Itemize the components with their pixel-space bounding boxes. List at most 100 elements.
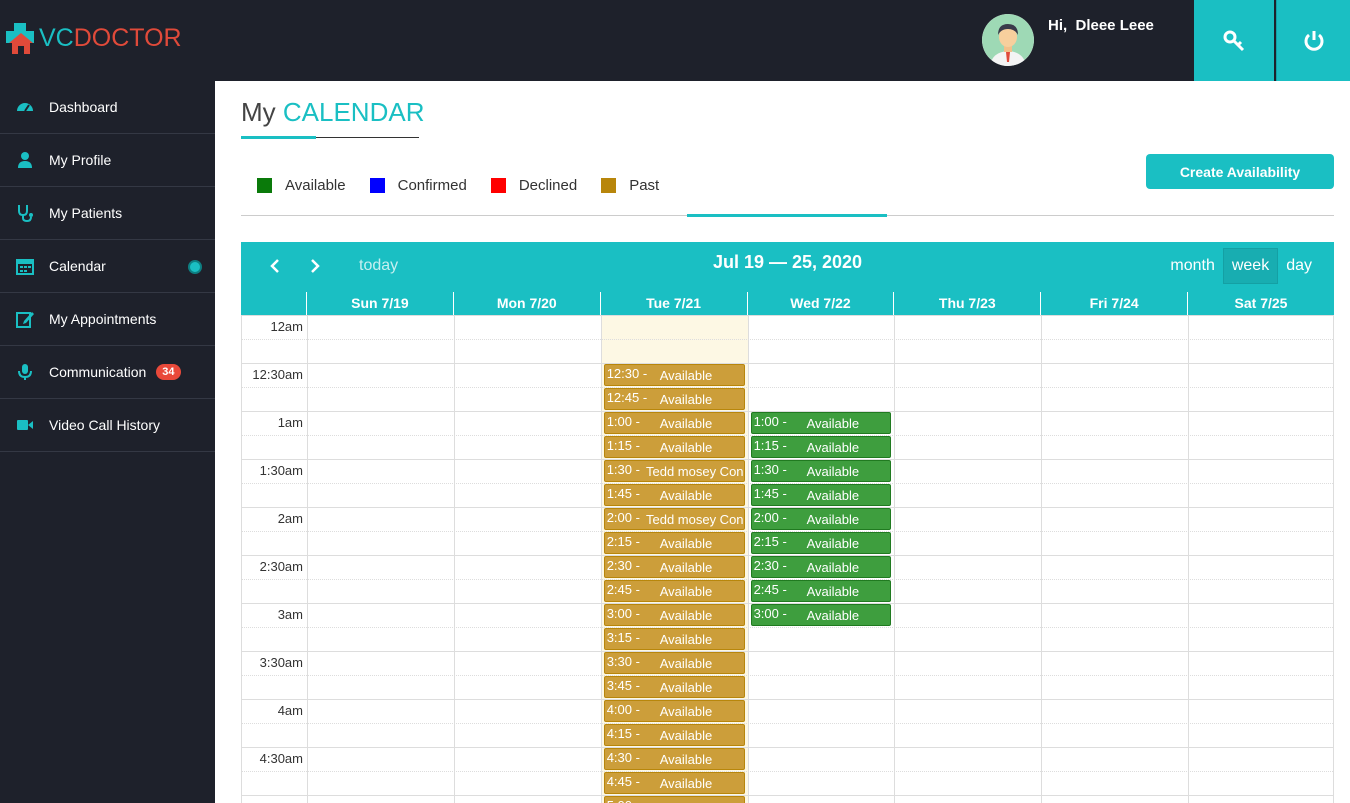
day-column-header[interactable]: Thu 7/23	[893, 292, 1040, 315]
event-title: Available	[806, 536, 860, 551]
calendar-event[interactable]: 4:30 - Available	[603, 748, 745, 770]
time-label: 1am	[277, 415, 303, 430]
calendar-event[interactable]: 3:00 - Available	[750, 604, 892, 626]
calendar-event[interactable]: 3:45 - Available	[603, 676, 745, 698]
sidebar-item-my-patients[interactable]: My Patients	[0, 187, 215, 240]
calendar-event[interactable]: 1:00 - Available	[603, 412, 745, 434]
calendar-event[interactable]: 2:30 - Available	[603, 556, 745, 578]
time-slot-row[interactable]: 4am	[242, 699, 1333, 723]
calendar-event[interactable]: 2:00 - Available	[750, 508, 892, 530]
calendar-event[interactable]: 12:45 - Available	[603, 388, 745, 410]
event-title: Available	[659, 392, 713, 407]
calendar-event[interactable]: 2:30 - Available	[750, 556, 892, 578]
event-title: Available	[806, 608, 860, 623]
day-column-header[interactable]: Tue 7/21	[599, 292, 747, 315]
avatar[interactable]	[982, 14, 1034, 66]
create-availability-button[interactable]: Create Availability	[1146, 154, 1334, 189]
event-time: 4:15 -	[606, 726, 640, 741]
time-slot-row[interactable]: 12:30am	[242, 363, 1333, 387]
user-avatar-icon	[982, 14, 1034, 66]
logo[interactable]: VCDOCTOR	[4, 20, 182, 56]
view-day-button[interactable]: day	[1278, 248, 1320, 284]
calendar-event[interactable]: 3:00 - Available	[603, 604, 745, 626]
event-time: 5:00 -	[605, 797, 660, 803]
sidebar-item-label: My Profile	[49, 152, 112, 168]
time-slot-row[interactable]	[242, 771, 1333, 795]
calendar-event[interactable]: 2:45 - Available	[603, 580, 745, 602]
calendar-event[interactable]: 1:45 - Available	[603, 484, 745, 506]
calendar-event[interactable]: 1:15 - Available	[603, 436, 745, 458]
event-time: 1:15 -	[753, 438, 787, 453]
calendar-event[interactable]: 3:15 - Available	[603, 628, 745, 650]
sidebar-item-communication[interactable]: Communication 34	[0, 346, 215, 399]
event-time: 1:30 -	[606, 462, 640, 477]
calendar-event[interactable]: 4:15 - Available	[603, 724, 745, 746]
sidebar-item-label: My Appointments	[49, 311, 157, 327]
event-title: Available	[659, 536, 713, 551]
page-title-my: My	[241, 97, 283, 127]
event-time: 1:30 -	[753, 462, 787, 477]
change-password-button[interactable]	[1194, 0, 1274, 81]
day-column-divider	[1041, 315, 1043, 803]
house-cross-icon	[4, 21, 38, 55]
view-month-button[interactable]: month	[1162, 248, 1222, 284]
day-column-header[interactable]: Sat 7/25	[1187, 292, 1334, 315]
calendar-event[interactable]: 2:15 - Available	[603, 532, 745, 554]
legend-swatch	[601, 178, 617, 193]
calendar-event[interactable]: 1:45 - Available	[750, 484, 892, 506]
calendar-event[interactable]: 1:30 - Available	[750, 460, 892, 482]
calendar-event[interactable]: 3:30 - Available	[603, 652, 745, 674]
time-slot-row[interactable]: 4:30am	[242, 747, 1333, 771]
title-underline-accent	[241, 136, 316, 139]
calendar-event[interactable]: 1:00 - Available	[750, 412, 892, 434]
event-time: 3:00 -	[753, 606, 787, 621]
page-title-calendar: CALENDAR	[282, 97, 425, 127]
day-column-header[interactable]: Fri 7/24	[1040, 292, 1187, 315]
time-slot-row[interactable]	[242, 387, 1333, 411]
event-time: 3:15 -	[606, 630, 640, 645]
calendar-event[interactable]: 1:30 - Tedd mosey Con	[603, 460, 745, 482]
time-slot-row[interactable]	[242, 675, 1333, 699]
sidebar-item-label: Dashboard	[49, 99, 118, 115]
calendar-event[interactable]: 1:15 - Available	[750, 436, 892, 458]
time-slot-row[interactable]: 3:30am	[242, 651, 1333, 675]
event-title: Available	[659, 416, 713, 431]
calendar-event[interactable]: 4:45 - Available	[603, 772, 745, 794]
time-slot-row[interactable]: 12am	[242, 315, 1333, 339]
calendar-event[interactable]: 5:00 -	[603, 796, 745, 803]
calendar-event[interactable]: 2:00 - Tedd mosey Con	[603, 508, 745, 530]
sidebar-item-label: Calendar	[49, 258, 106, 274]
time-slot-row[interactable]	[242, 627, 1333, 651]
view-week-button[interactable]: week	[1222, 248, 1279, 284]
event-time: 2:30 -	[753, 558, 787, 573]
user-icon	[18, 152, 32, 168]
sidebar-item-my-appointments[interactable]: My Appointments	[0, 293, 215, 346]
logout-button[interactable]	[1277, 0, 1350, 81]
calendar-event[interactable]: 2:45 - Available	[750, 580, 892, 602]
sidebar-item-dashboard[interactable]: Dashboard	[0, 81, 215, 134]
calendar-event[interactable]: 12:30 - Available	[603, 364, 745, 386]
time-slot-row[interactable]	[242, 795, 1333, 803]
sidebar-item-my-profile[interactable]: My Profile	[0, 134, 215, 187]
sidebar-item-calendar[interactable]: Calendar	[0, 240, 215, 293]
dashboard-icon	[17, 103, 33, 112]
active-indicator	[188, 260, 202, 274]
section-divider-accent	[687, 214, 887, 217]
edit-icon	[16, 312, 34, 328]
day-column-header[interactable]: Wed 7/22	[746, 292, 894, 315]
time-slot-row[interactable]	[242, 339, 1333, 363]
event-time: 4:00 -	[606, 702, 640, 717]
calendar-event[interactable]: 2:15 - Available	[750, 532, 892, 554]
day-column-divider	[600, 315, 602, 803]
status-legend: Available Confirmed Declined Past	[257, 177, 683, 194]
day-column-header[interactable]: Mon 7/20	[452, 292, 600, 315]
event-time: 2:45 -	[753, 582, 787, 597]
event-title: Available	[806, 560, 860, 575]
event-title: Available	[806, 512, 860, 527]
time-label: 3am	[277, 607, 303, 622]
legend-label: Confirmed	[397, 177, 467, 194]
day-column-header[interactable]: Sun 7/19	[306, 292, 453, 315]
sidebar-item-video-call-history[interactable]: Video Call History	[0, 399, 215, 452]
calendar-event[interactable]: 4:00 - Available	[603, 700, 745, 722]
time-slot-row[interactable]	[242, 723, 1333, 747]
